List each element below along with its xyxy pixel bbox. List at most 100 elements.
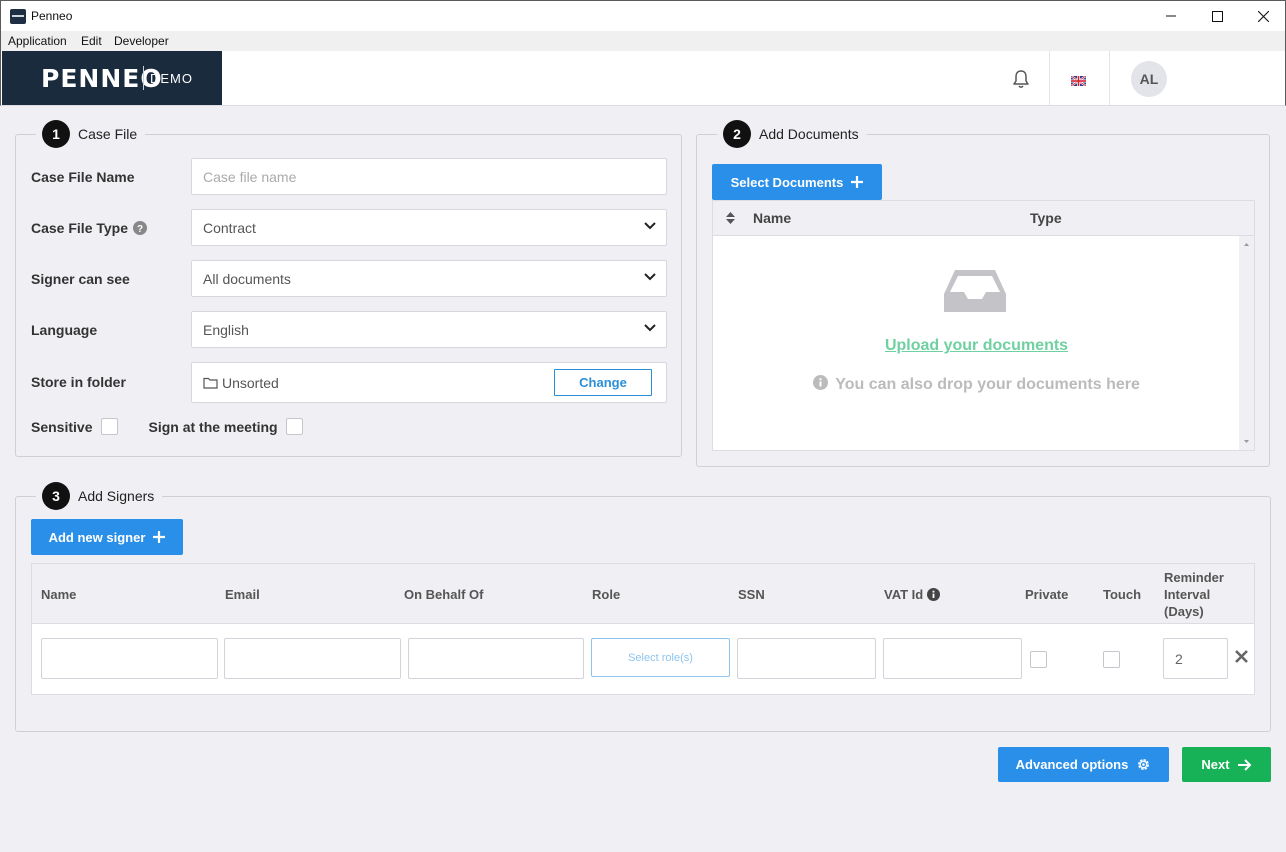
case-file-type-select[interactable]: Contract: [191, 209, 667, 246]
plus-icon: [851, 176, 864, 188]
signers-col-role: Role: [592, 587, 621, 602]
window-titlebar: Penneo: [0, 0, 1286, 31]
signer-can-see-select[interactable]: All documents: [191, 260, 667, 297]
sort-icon[interactable]: [726, 212, 735, 224]
add-documents-legend: 2 Add Documents: [717, 120, 867, 148]
select-documents-button[interactable]: Select Documents: [712, 164, 882, 200]
documents-col-name[interactable]: Name: [753, 210, 791, 226]
app-header: PENNEO DEMO AL: [0, 51, 1286, 106]
drop-note: You can also drop your documents here: [713, 375, 1240, 394]
scroll-up-icon[interactable]: [1239, 239, 1254, 249]
case-file-type-label: Case File Type ?: [31, 220, 148, 236]
case-file-name-placeholder: Case file name: [203, 168, 297, 185]
menu-edit[interactable]: Edit: [81, 34, 102, 48]
app-icon: [10, 9, 26, 24]
signer-on-behalf-input[interactable]: [408, 638, 584, 679]
case-file-name-input[interactable]: Case file name: [191, 158, 667, 195]
notifications-button[interactable]: [1012, 69, 1030, 92]
next-button[interactable]: Next: [1182, 747, 1271, 782]
window-title: Penneo: [31, 9, 73, 23]
header-divider: [1049, 51, 1050, 105]
minimize-button[interactable]: [1148, 1, 1194, 31]
folder-value: Unsorted: [222, 374, 279, 391]
sensitive-checkbox[interactable]: [101, 418, 119, 435]
case-file-type-value: Contract: [203, 219, 256, 236]
signers-col-reminder-line3: (Days): [1164, 604, 1204, 619]
add-new-signer-label: Add new signer: [48, 529, 146, 545]
case-file-panel: 1 Case File Case File Name Case file nam…: [15, 120, 682, 457]
signers-table: Name Email On Behalf Of Role SSN VAT Id …: [31, 563, 1255, 695]
signer-vat-input[interactable]: [883, 638, 1022, 679]
inbox-icon: [944, 270, 1006, 312]
case-file-legend: 1 Case File: [36, 120, 146, 148]
avatar[interactable]: AL: [1131, 61, 1167, 97]
drop-note-text: You can also drop your documents here: [835, 376, 1140, 393]
close-icon[interactable]: [1235, 650, 1248, 663]
case-file-title: Case File: [78, 126, 138, 142]
signer-email-input[interactable]: [224, 638, 401, 679]
add-new-signer-button[interactable]: Add new signer: [31, 519, 183, 555]
signers-col-on-behalf: On Behalf Of: [404, 587, 484, 602]
add-signers-title: Add Signers: [78, 488, 155, 504]
language-value: English: [203, 321, 249, 338]
uk-flag-icon: [1070, 75, 1087, 87]
info-icon[interactable]: [927, 588, 941, 601]
language-label: Language: [31, 322, 98, 338]
maximize-button[interactable]: [1194, 1, 1240, 31]
info-icon: [813, 375, 829, 390]
folder-icon: [203, 377, 218, 389]
menu-developer[interactable]: Developer: [114, 34, 169, 48]
menu-bar: Application Edit Developer: [0, 31, 1286, 51]
minimize-icon: [1166, 15, 1176, 17]
sign-at-meeting-checkbox[interactable]: [285, 418, 303, 435]
chevron-down-icon: [644, 324, 656, 332]
step-badge: 3: [42, 482, 70, 510]
advanced-options-button[interactable]: Advanced options: [998, 747, 1169, 782]
step-badge: 2: [723, 120, 751, 148]
language-flag-button[interactable]: [1070, 73, 1087, 89]
brand-logo-text: PENNEO: [41, 64, 163, 93]
signers-col-ssn: SSN: [738, 587, 765, 602]
select-role-button[interactable]: Select role(s): [591, 638, 730, 677]
maximize-icon: [1211, 10, 1223, 22]
documents-table: Name Type Upload your documents You can …: [712, 200, 1255, 451]
brand-divider: [143, 66, 144, 90]
signers-table-header: Name Email On Behalf Of Role SSN VAT Id …: [32, 564, 1254, 624]
signer-touch-checkbox[interactable]: [1103, 651, 1120, 668]
signer-can-see-value: All documents: [203, 270, 291, 287]
signers-col-email: Email: [225, 587, 260, 602]
advanced-options-label: Advanced options: [1015, 757, 1129, 772]
next-label: Next: [1201, 757, 1230, 772]
menu-application[interactable]: Application: [8, 34, 67, 48]
signer-ssn-input[interactable]: [737, 638, 876, 679]
step-badge: 1: [42, 120, 70, 148]
brand-demo-label: DEMO: [150, 71, 193, 86]
signer-private-checkbox[interactable]: [1030, 651, 1047, 668]
case-file-name-label: Case File Name: [31, 169, 135, 185]
plus-icon: [153, 531, 166, 543]
signer-reminder-input[interactable]: 2: [1163, 638, 1228, 679]
upload-documents-link[interactable]: Upload your documents: [713, 337, 1240, 355]
bell-icon: [1013, 70, 1029, 88]
add-documents-panel: 2 Add Documents Select Documents Name Ty…: [696, 120, 1270, 467]
signer-can-see-label: Signer can see: [31, 271, 130, 287]
scroll-down-icon[interactable]: [1239, 437, 1254, 447]
change-folder-button[interactable]: Change: [554, 369, 652, 396]
sign-at-meeting-label: Sign at the meeting: [148, 418, 278, 435]
signers-col-vat: VAT Id: [884, 587, 941, 602]
documents-scrollbar[interactable]: [1239, 236, 1254, 450]
help-icon[interactable]: ?: [133, 221, 148, 235]
brand-logo[interactable]: PENNEO DEMO: [2, 51, 222, 105]
documents-table-header: Name Type: [713, 201, 1254, 236]
select-documents-label: Select Documents: [730, 174, 844, 190]
language-select[interactable]: English: [191, 311, 667, 348]
documents-col-type[interactable]: Type: [1030, 210, 1062, 226]
signers-col-name: Name: [41, 587, 77, 602]
svg-text:?: ?: [137, 224, 143, 235]
store-in-folder-label: Store in folder: [31, 374, 126, 390]
add-documents-title: Add Documents: [759, 126, 859, 142]
close-window-button[interactable]: [1240, 1, 1286, 31]
signer-name-input[interactable]: [41, 638, 218, 679]
add-signers-legend: 3 Add Signers: [36, 482, 163, 510]
arrow-right-icon: [1237, 758, 1252, 771]
